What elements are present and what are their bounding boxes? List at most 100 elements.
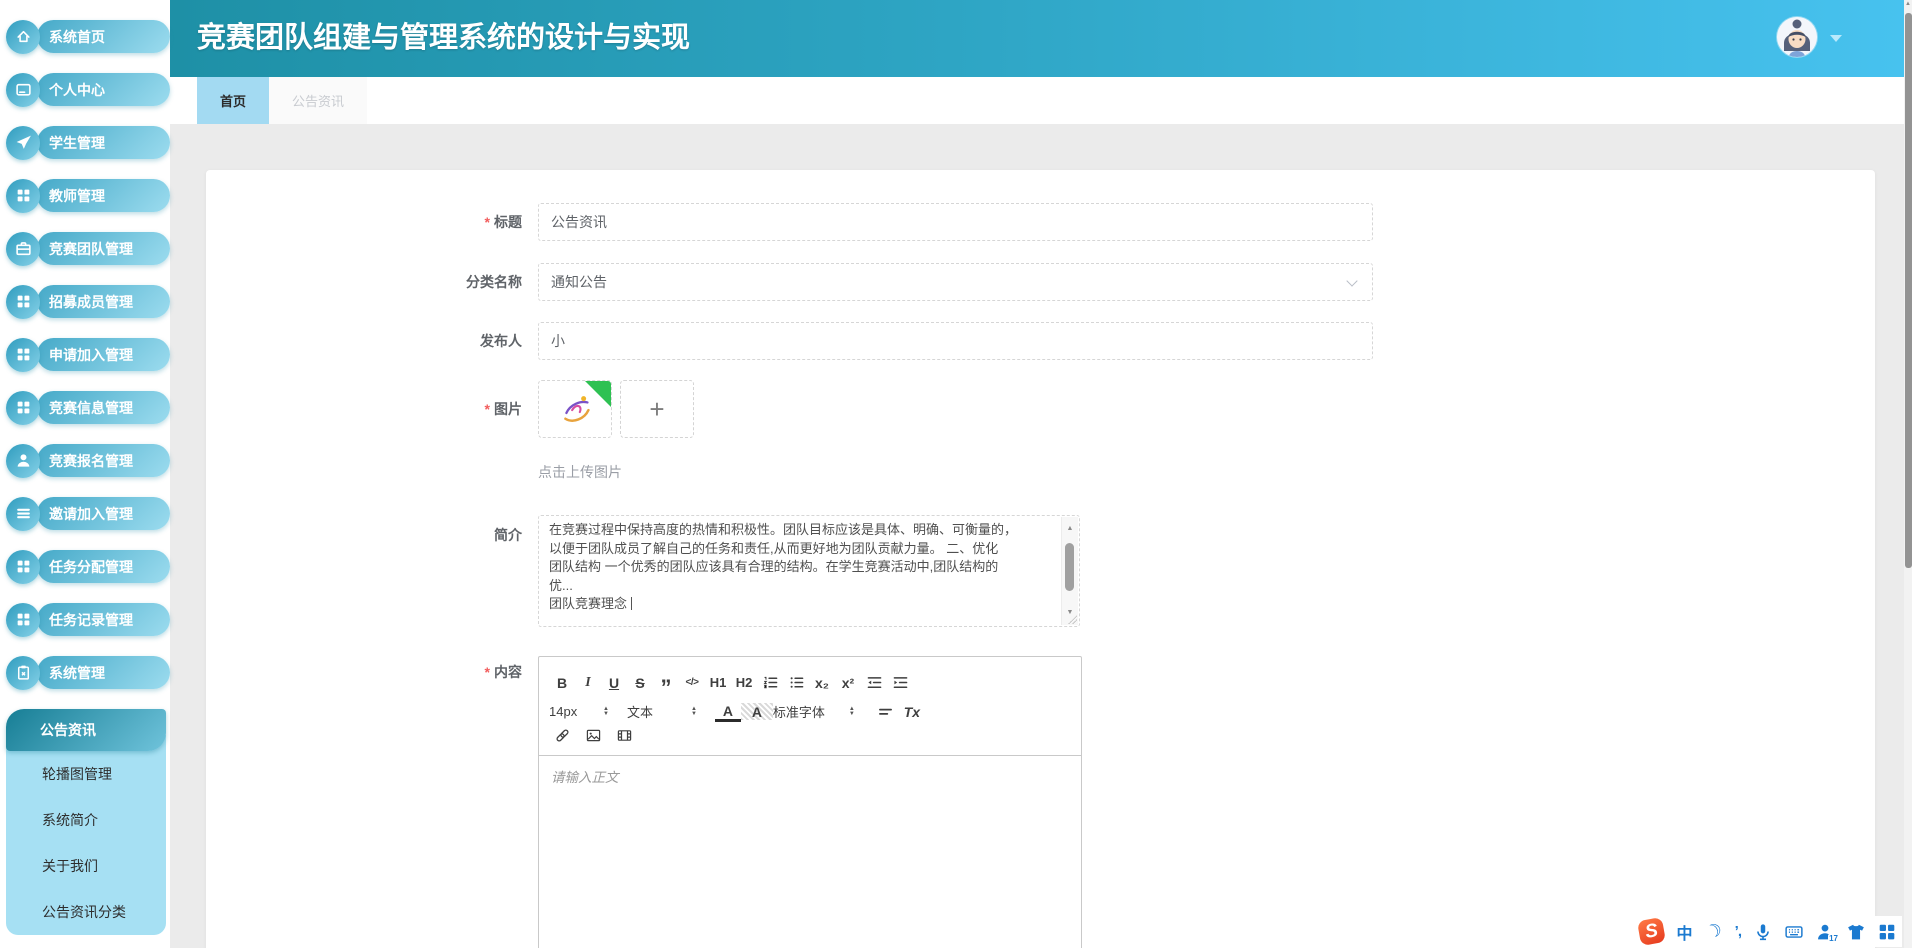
chevron-down-icon <box>1346 275 1357 286</box>
image-label: 图片 <box>494 401 522 417</box>
sidebar-menu: 系统首页个人中心学生管理教师管理竞赛团队管理招募成员管理申请加入管理竞赛信息管理… <box>0 0 170 689</box>
underline-button[interactable]: U <box>601 672 627 693</box>
page-scrollbar[interactable]: ▲ <box>1904 0 1912 948</box>
sidebar-subitem[interactable]: 系统简介 <box>6 797 166 843</box>
text-color-button[interactable]: A <box>715 703 741 722</box>
header-1-button[interactable]: H1 <box>705 672 731 693</box>
sidebar-item-label: 邀请加入管理 <box>37 497 170 530</box>
form-row-category: 分类名称 通知公告 <box>206 263 1875 301</box>
sidebar-item[interactable]: 任务分配管理 <box>6 550 170 583</box>
keyboard-icon[interactable] <box>1785 923 1803 941</box>
sogou-logo-icon[interactable]: S <box>1637 917 1666 946</box>
align-button[interactable] <box>873 701 899 722</box>
add-image-button[interactable]: + <box>620 380 694 438</box>
category-select[interactable]: 通知公告 <box>538 263 1373 301</box>
sidebar-item[interactable]: 学生管理 <box>6 126 170 159</box>
subscript-button[interactable]: x₂ <box>809 672 835 693</box>
ordered-list-button[interactable] <box>757 672 783 693</box>
bullet-list-button[interactable] <box>783 672 809 693</box>
grid-icon <box>6 603 40 637</box>
size-select[interactable]: 14px▲▼ <box>549 704 623 719</box>
chinese-mode-icon[interactable]: 中 <box>1677 920 1693 944</box>
mic-icon[interactable] <box>1754 923 1772 941</box>
textarea-scrollbar[interactable]: ▲ ▼ <box>1061 517 1078 625</box>
sidebar-submenu: 公告资讯 轮播图管理系统简介关于我们公告资讯分类 <box>6 709 166 935</box>
resize-grip[interactable] <box>1067 614 1077 624</box>
editor-content[interactable]: 请输入正文 <box>539 756 1081 948</box>
tab-首页[interactable]: 首页 <box>197 77 269 124</box>
publisher-label: 发布人 <box>480 333 522 349</box>
background-color-button[interactable]: A <box>741 703 773 720</box>
scrollbar-thumb[interactable] <box>1065 543 1074 591</box>
publisher-input[interactable] <box>538 322 1373 360</box>
sidebar-item[interactable]: 申请加入管理 <box>6 338 170 371</box>
sidebar-item-label: 竞赛报名管理 <box>37 444 170 477</box>
scrollbar-thumb[interactable] <box>1905 13 1912 568</box>
grid-icon <box>6 285 40 319</box>
sidebar-item[interactable]: 竞赛信息管理 <box>6 391 170 424</box>
sidebar-item[interactable]: 邀请加入管理 <box>6 497 170 530</box>
image-button[interactable] <box>580 725 606 746</box>
indent-button[interactable] <box>887 672 913 693</box>
sidebar-item-label: 任务记录管理 <box>37 603 170 636</box>
sidebar-item-label: 系统首页 <box>37 20 170 53</box>
superscript-button[interactable]: x² <box>835 672 861 693</box>
user-center-icon[interactable]: 17 <box>1816 923 1834 941</box>
scroll-up-icon[interactable]: ▲ <box>1062 520 1078 539</box>
sidebar-subitem[interactable]: 关于我们 <box>6 843 166 889</box>
chevron-down-icon[interactable] <box>1830 35 1842 42</box>
form-row-image: *图片 + <box>206 380 1875 438</box>
uploaded-image-thumbnail[interactable] <box>538 380 612 438</box>
clean-format-button[interactable]: Tx <box>899 701 925 722</box>
paper-plane-icon <box>6 126 40 160</box>
sidebar-item[interactable]: 教师管理 <box>6 179 170 212</box>
strike-button[interactable]: S <box>627 672 653 693</box>
sidebar-item[interactable]: 系统管理 <box>6 656 170 689</box>
header-2-button[interactable]: H2 <box>731 672 757 693</box>
upload-success-badge <box>585 381 611 407</box>
moon-icon[interactable]: ☽ <box>1702 919 1726 945</box>
tab-公告资讯[interactable]: 公告资讯 <box>269 77 367 124</box>
profile-card-icon <box>6 73 40 107</box>
sidebar-subitem-active[interactable]: 公告资讯 <box>6 709 166 751</box>
title-input[interactable] <box>538 203 1373 241</box>
avatar[interactable] <box>1777 17 1817 57</box>
home-icon <box>6 20 40 54</box>
page-title: 竞赛团队组建与管理系统的设计与实现 <box>170 0 1904 77</box>
sidebar-item-label: 教师管理 <box>37 179 170 212</box>
sidebar-item[interactable]: 系统首页 <box>6 20 170 53</box>
app-root: 系统首页个人中心学生管理教师管理竞赛团队管理招募成员管理申请加入管理竞赛信息管理… <box>0 0 1912 948</box>
form-row-intro: 简介 在竞赛过程中保持高度的热情和积极性。团队目标应该是具体、明确、可衡量的， … <box>206 515 1875 627</box>
font-select[interactable]: 标准字体▲▼ <box>773 702 869 721</box>
paragraph-select[interactable]: 文本▲▼ <box>627 702 711 721</box>
sidebar-item[interactable]: 竞赛报名管理 <box>6 444 170 477</box>
intro-textarea[interactable]: 在竞赛过程中保持高度的热情和积极性。团队目标应该是具体、明确、可衡量的， 以便于… <box>538 515 1080 627</box>
italic-button[interactable]: I <box>575 672 601 693</box>
scroll-up-icon[interactable]: ▲ <box>1904 1 1912 7</box>
code-block-button[interactable]: </> <box>679 672 705 693</box>
blockquote-button[interactable]: ” <box>653 667 679 698</box>
sidebar-subitem[interactable]: 公告资讯分类 <box>6 889 166 935</box>
clipboard-icon <box>6 656 40 690</box>
video-button[interactable] <box>611 725 637 746</box>
user-icon <box>6 444 40 478</box>
skin-icon[interactable] <box>1847 923 1865 941</box>
intro-label: 简介 <box>494 527 522 543</box>
sidebar-item[interactable]: 个人中心 <box>6 73 170 106</box>
link-button[interactable] <box>549 725 575 746</box>
tab-bar: 首页公告资讯 <box>170 77 1904 124</box>
sidebar-item[interactable]: 任务记录管理 <box>6 603 170 636</box>
outdent-button[interactable] <box>861 672 887 693</box>
sidebar-item-label: 系统管理 <box>37 656 170 689</box>
main-content: *标题 分类名称 通知公告 发布人 *图片 <box>170 124 1904 948</box>
toolbox-icon[interactable] <box>1878 923 1896 941</box>
sidebar-item[interactable]: 招募成员管理 <box>6 285 170 318</box>
form-row-publisher: 发布人 <box>206 322 1875 360</box>
required-asterisk: * <box>485 664 490 680</box>
sidebar-subitem[interactable]: 轮播图管理 <box>6 751 166 797</box>
upload-hint: 点击上传图片 <box>538 462 622 482</box>
bold-button[interactable]: B <box>549 672 575 693</box>
punctuation-icon[interactable]: ’, <box>1735 923 1741 940</box>
form-row-content: *内容 BIUS”</>H1H2x₂x²14px▲▼文本▲▼AA标准字体▲▼Tx… <box>206 656 1875 948</box>
sidebar-item[interactable]: 竞赛团队管理 <box>6 232 170 265</box>
